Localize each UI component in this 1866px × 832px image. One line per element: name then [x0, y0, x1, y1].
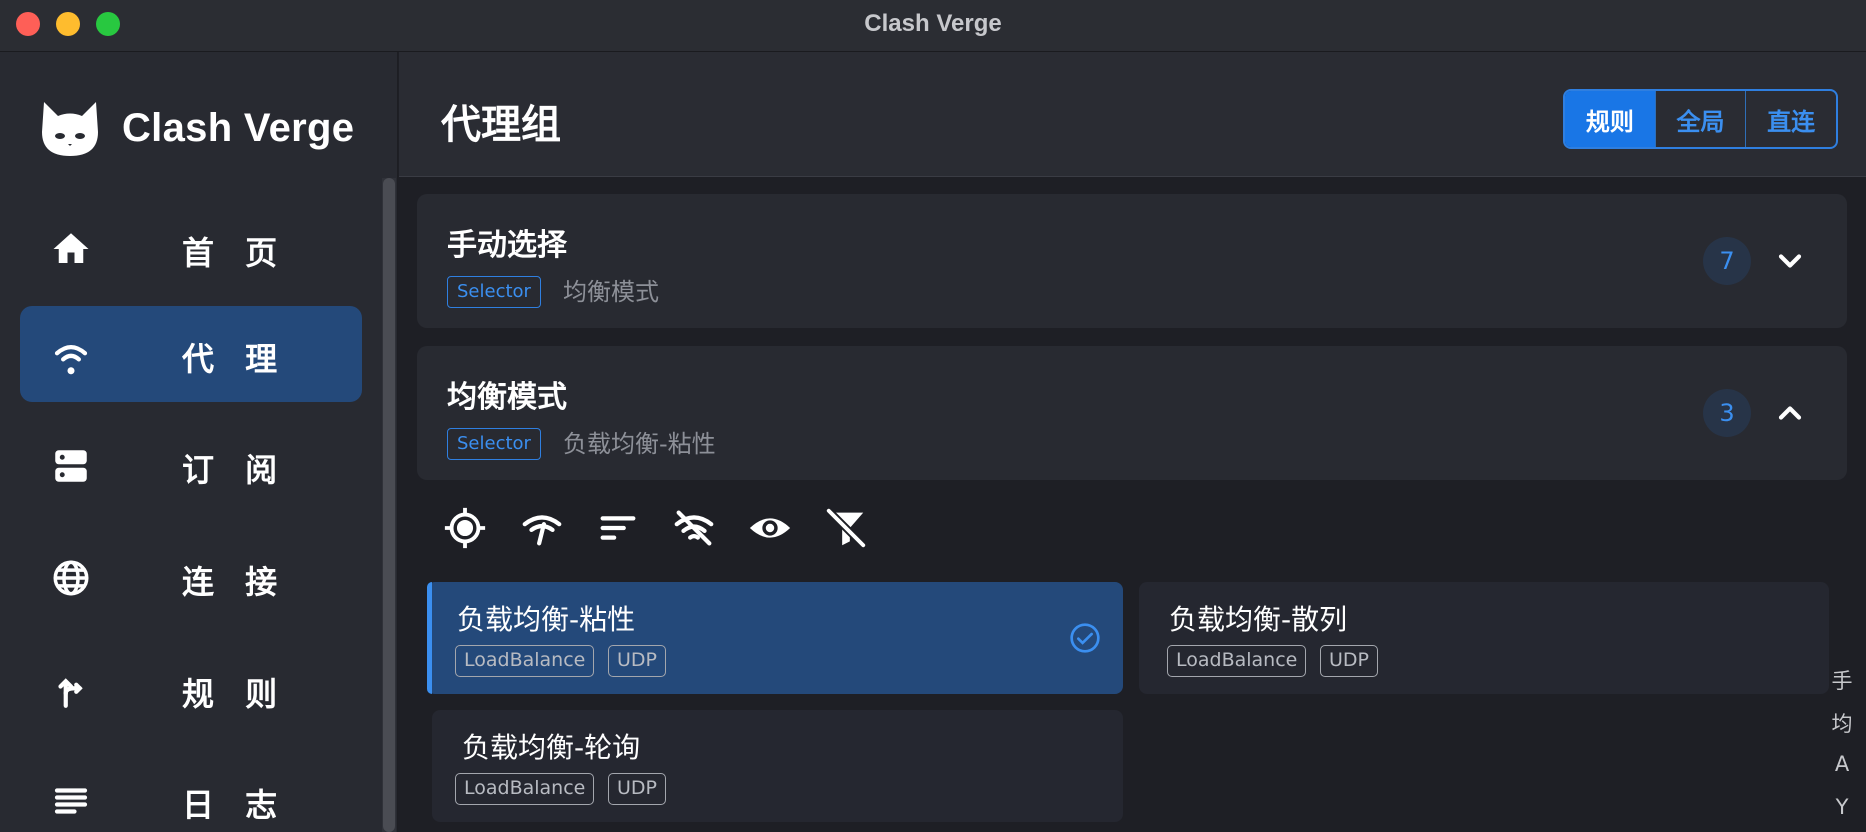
sidebar-item-label: 日 志 [182, 786, 288, 824]
sidebar-item-rules[interactable]: 规 则 [20, 641, 362, 737]
mode-rule-button[interactable]: 规则 [1565, 91, 1656, 147]
fork-icon [50, 669, 92, 711]
list-icon [50, 780, 92, 822]
sidebar-item-subscription[interactable]: 订 阅 [20, 417, 362, 513]
delay-check-icon[interactable] [519, 505, 565, 551]
sidebar: Clash Verge 首 页 代 理 订 阅 连 接 规 则 日 志 [0, 52, 398, 832]
proxy-type-tag: LoadBalance [1167, 645, 1307, 677]
proxy-udp-tag: UDP [1320, 645, 1378, 677]
brand: Clash Verge [38, 92, 354, 164]
mode-global-button[interactable]: 全局 [1656, 91, 1747, 147]
proxy-item-round-robin[interactable]: 负载均衡-轮询 LoadBalance UDP [432, 710, 1123, 822]
check-circle-icon [1070, 623, 1100, 653]
group-count-badge: 7 [1703, 237, 1751, 285]
sidebar-item-label: 代 理 [182, 340, 288, 378]
globe-icon [50, 557, 92, 599]
main-content: 代理组 规则 全局 直连 手动选择 Selector 均衡模式 均衡模式 Sel… [399, 52, 1866, 832]
page-header: 代理组 规则 全局 直连 [399, 52, 1866, 177]
mode-switch: 规则 全局 直连 [1563, 89, 1838, 149]
brand-name: Clash Verge [122, 105, 355, 150]
sidebar-item-label: 连 接 [182, 563, 288, 601]
proxy-udp-tag: UDP [608, 773, 666, 805]
proxy-group-manual[interactable]: 手动选择 Selector 均衡模式 [417, 194, 1847, 328]
group-current-proxy: 负载均衡-粘性 [563, 430, 716, 458]
group-type-tag: Selector [447, 428, 541, 460]
cat-logo-icon [42, 102, 98, 156]
index-letter[interactable]: Y [1830, 795, 1854, 819]
chevron-down-icon[interactable] [1772, 243, 1808, 279]
eye-icon[interactable] [747, 505, 793, 551]
index-letter[interactable]: 均 [1830, 708, 1854, 738]
sidebar-scrollbar[interactable] [383, 178, 395, 832]
sidebar-item-label: 首 页 [182, 234, 288, 272]
mode-direct-button[interactable]: 直连 [1746, 91, 1836, 147]
proxy-type-tag: LoadBalance [455, 645, 595, 677]
group-name: 手动选择 [447, 228, 567, 263]
sidebar-item-label: 订 阅 [182, 451, 288, 489]
group-name: 均衡模式 [447, 380, 567, 415]
sidebar-item-proxy[interactable]: 代 理 [20, 306, 362, 402]
wifi-icon [50, 334, 92, 376]
window-titlebar: Clash Verge [0, 0, 1866, 52]
proxy-name: 负载均衡-粘性 [457, 603, 636, 636]
index-letter[interactable]: 手 [1830, 665, 1854, 695]
group-count-badge: 3 [1703, 389, 1751, 437]
window-title: Clash Verge [864, 10, 1002, 37]
proxy-item-sticky[interactable]: 负载均衡-粘性 LoadBalance UDP [427, 582, 1123, 694]
home-icon [50, 228, 92, 270]
sidebar-item-label: 规 则 [182, 675, 288, 713]
chevron-up-icon[interactable] [1772, 395, 1808, 431]
proxy-type-tag: LoadBalance [455, 773, 595, 805]
sort-icon[interactable] [595, 505, 641, 551]
index-letter[interactable]: A [1830, 752, 1854, 776]
proxy-udp-tag: UDP [608, 645, 666, 677]
filter-off-icon[interactable] [823, 505, 869, 551]
proxy-name: 负载均衡-散列 [1169, 603, 1348, 636]
sidebar-item-logs[interactable]: 日 志 [20, 752, 362, 832]
group-type-tag: Selector [447, 276, 541, 308]
page-title: 代理组 [441, 102, 561, 148]
group-current-proxy: 均衡模式 [563, 278, 659, 306]
sidebar-item-connections[interactable]: 连 接 [20, 529, 362, 625]
proxy-group-balance[interactable]: 均衡模式 Selector 负载均衡-粘性 [417, 346, 1847, 480]
proxy-item-hash[interactable]: 负载均衡-散列 LoadBalance UDP [1139, 582, 1829, 694]
wifi-off-icon[interactable] [671, 505, 717, 551]
sidebar-item-home[interactable]: 首 页 [20, 200, 362, 296]
locate-icon[interactable] [442, 505, 488, 551]
proxy-name: 负载均衡-轮询 [462, 731, 641, 764]
dns-icon [50, 445, 92, 487]
